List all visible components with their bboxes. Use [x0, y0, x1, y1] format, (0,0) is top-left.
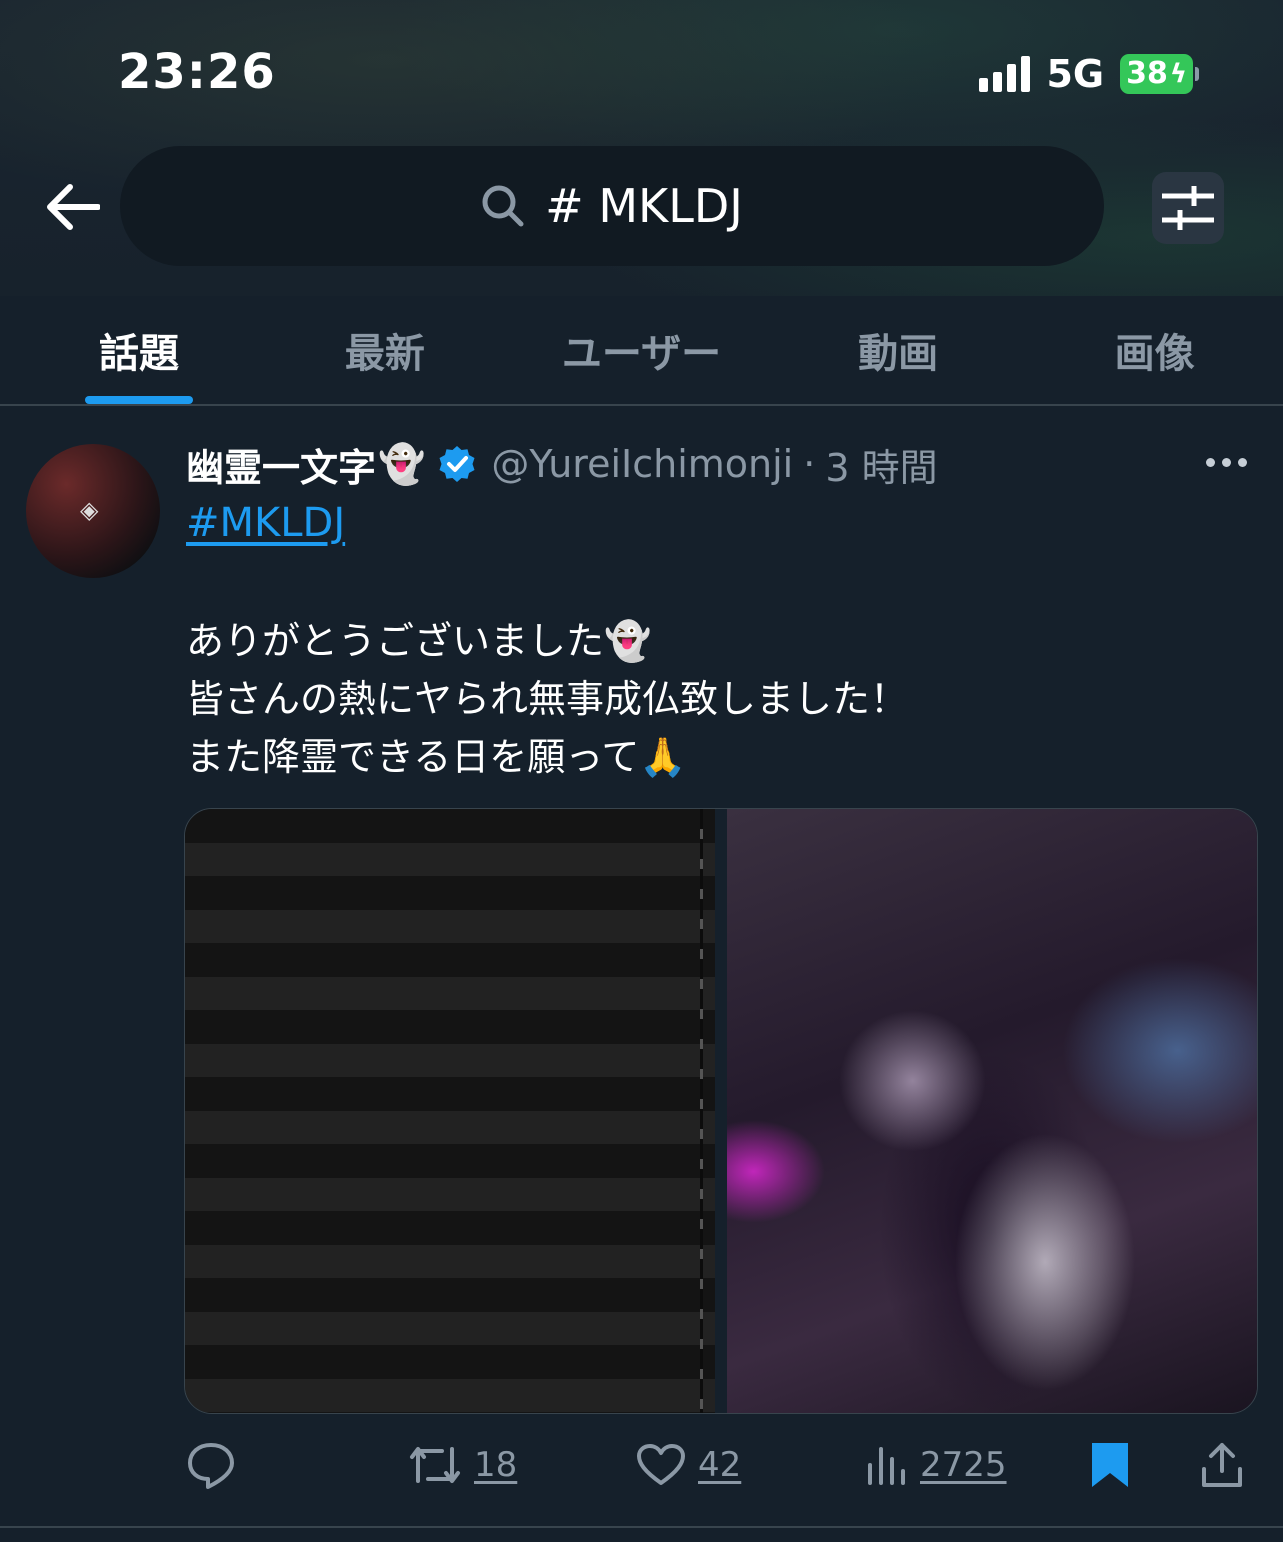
repost-button[interactable]: 18 — [408, 1430, 517, 1500]
sliders-icon — [1162, 186, 1214, 230]
search-query: # MKLDJ — [545, 179, 743, 233]
bookmark-button[interactable] — [1090, 1430, 1130, 1500]
post-actions: 18 42 2725 — [186, 1430, 1256, 1500]
user-handle[interactable]: @YureiIchimonji — [491, 442, 793, 486]
share-icon — [1202, 1443, 1242, 1487]
battery-icon: 38 ϟ — [1120, 54, 1199, 94]
heart-icon — [637, 1444, 685, 1485]
media-image-dark-strip[interactable] — [185, 809, 715, 1413]
verified-badge-icon — [439, 446, 475, 482]
share-button[interactable] — [1200, 1430, 1244, 1500]
analytics-icon — [868, 1447, 905, 1485]
search-input[interactable]: # MKLDJ — [120, 146, 1104, 266]
tab-label: ユーザー — [561, 331, 722, 377]
battery-level: 38 — [1126, 56, 1168, 91]
post-text: ありがとうございました👻 皆さんの熱にヤられ無事成仏致しました！ また降霊できる… — [186, 612, 908, 786]
tab-people[interactable]: ユーザー — [513, 296, 770, 404]
post-text-line: 皆さんの熱にヤられ無事成仏致しました！ — [186, 677, 909, 721]
charging-bolt-icon: ϟ — [1169, 59, 1187, 89]
filter-settings-button[interactable] — [1152, 172, 1224, 244]
separator-dot: · — [803, 442, 816, 486]
tab-label: 画像 — [1114, 331, 1195, 377]
repost-icon — [410, 1447, 460, 1483]
display-name[interactable]: 幽霊一文字 — [186, 437, 376, 492]
active-tab-indicator — [85, 396, 193, 404]
signal-icon — [979, 56, 1031, 92]
tab-latest[interactable]: 最新 — [257, 296, 514, 404]
hashtag-link[interactable]: #MKLDJ — [186, 500, 345, 546]
bookmark-icon — [1092, 1443, 1128, 1487]
avatar[interactable]: ◈ — [26, 444, 160, 578]
search-tabs: 話題 最新 ユーザー 動画 画像 — [0, 296, 1283, 404]
back-arrow-icon[interactable] — [44, 182, 101, 232]
repost-count: 18 — [474, 1445, 518, 1485]
views-button[interactable]: 2725 — [864, 1430, 1007, 1500]
reply-button[interactable] — [186, 1430, 236, 1500]
tab-label: 最新 — [344, 331, 425, 377]
divider — [0, 404, 1283, 406]
avatar-logo-icon: ◈ — [80, 496, 99, 524]
post-text-line: ありがとうございました👻 — [186, 619, 652, 663]
divider — [0, 1526, 1283, 1528]
post-time[interactable]: 3 時間 — [825, 437, 937, 492]
post-header: 幽霊一文字 👻 @YureiIchimonji · 3 時間 — [186, 440, 938, 490]
tab-images[interactable]: 画像 — [1026, 296, 1283, 404]
media-image-crowd-photo[interactable] — [727, 809, 1257, 1413]
name-emoji: 👻 — [378, 441, 426, 486]
tab-videos[interactable]: 動画 — [770, 296, 1027, 404]
tab-label: 話題 — [99, 331, 179, 377]
search-icon — [482, 185, 524, 227]
tab-top[interactable]: 話題 — [0, 296, 257, 404]
tab-label: 動画 — [858, 331, 939, 377]
reply-icon — [188, 1443, 234, 1489]
like-button[interactable]: 42 — [636, 1430, 741, 1500]
post-media — [184, 808, 1258, 1414]
status-time: 23:26 — [118, 44, 276, 100]
network-label: 5G — [1046, 52, 1105, 96]
like-count: 42 — [698, 1445, 742, 1485]
view-count: 2725 — [920, 1445, 1007, 1485]
more-options-icon[interactable] — [1206, 450, 1256, 474]
status-indicators: 5G 38 ϟ — [979, 52, 1199, 96]
post-text-line: また降霊できる日を願って🙏 — [186, 735, 687, 779]
